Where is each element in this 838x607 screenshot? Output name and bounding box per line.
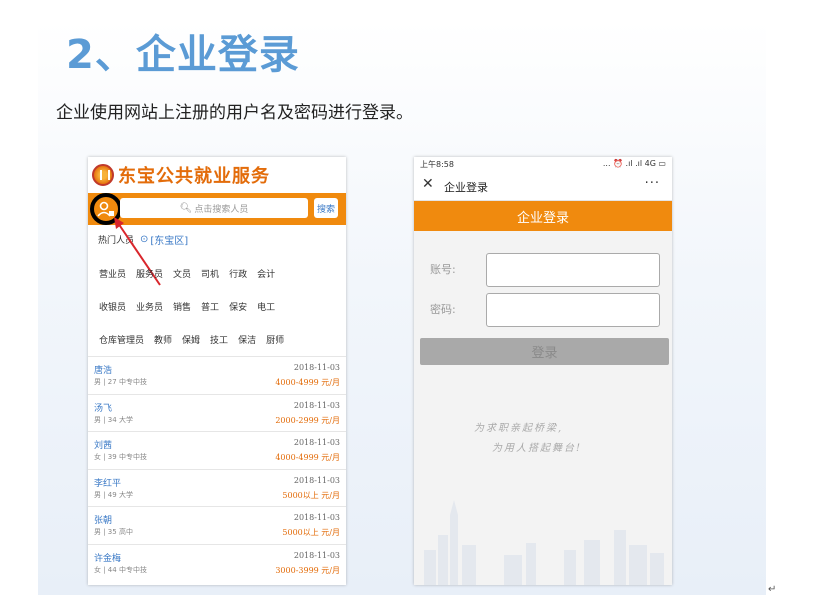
- location-selector[interactable]: ⊙ [东宝区]: [140, 232, 188, 247]
- job-tag[interactable]: 仓库管理员: [94, 333, 149, 346]
- slide-intro: 企业使用网站上注册的用户名及密码进行登录。: [56, 103, 413, 123]
- job-tag[interactable]: 技工: [205, 333, 233, 346]
- account-field[interactable]: [486, 253, 660, 287]
- search-bar: 🔍︎ 点击搜索人员 搜索: [88, 193, 346, 225]
- person-name: 李红平: [94, 478, 122, 489]
- user-icon: [97, 201, 114, 217]
- location-text: [东宝区]: [150, 236, 189, 247]
- job-tag[interactable]: 保姆: [177, 333, 205, 346]
- slogan-line-1: 为求职亲起桥梁,: [474, 423, 564, 434]
- brand-logo-icon: [92, 164, 114, 186]
- slide-heading: 2、企业登录: [66, 32, 300, 78]
- location-pin-icon: ⊙: [140, 234, 149, 245]
- job-tag[interactable]: 服务员: [131, 267, 168, 280]
- post-date: 2018-11-03: [293, 438, 340, 447]
- job-tag[interactable]: 教师: [149, 333, 177, 346]
- password-label: 密码:: [430, 303, 456, 316]
- job-tag[interactable]: 会计: [252, 267, 280, 280]
- salary-range: 4000-4999 元/月: [275, 378, 340, 387]
- salary-range: 5000以上 元/月: [282, 528, 340, 537]
- tag-row: 仓库管理员 教师 保姆 技工 保洁 厨师: [94, 323, 340, 356]
- job-tag[interactable]: 行政: [224, 267, 252, 280]
- job-tag[interactable]: 普工: [196, 300, 224, 313]
- search-button[interactable]: 搜索: [314, 198, 338, 218]
- list-item[interactable]: 唐浩男 | 27 中专中技 2018-11-03 4000-4999 元/月: [88, 356, 346, 394]
- job-tag[interactable]: 保洁: [233, 333, 261, 346]
- account-label: 账号:: [430, 263, 456, 276]
- list-item[interactable]: 张朝男 | 35 高中 2018-11-03 5000以上 元/月: [88, 506, 346, 544]
- brand-header: 东宝公共就业服务: [92, 163, 270, 187]
- left-phone-screenshot: 东宝公共就业服务 🔍︎ 点击搜索人员 搜索 热门人员 ⊙ [东宝区] 营业员 服务…: [88, 157, 346, 585]
- status-indicators: ... ⏰ .ıl .ıl 4G ▭: [602, 159, 666, 168]
- people-list: 唐浩男 | 27 中专中技 2018-11-03 4000-4999 元/月 汤飞男 …: [88, 356, 346, 581]
- person-meta: 男 | 49 大学: [94, 490, 133, 499]
- city-skyline-image: [424, 500, 664, 585]
- search-placeholder: 点击搜索人员: [194, 204, 249, 215]
- person-meta: 女 | 39 中专中技: [94, 453, 147, 461]
- salary-range: 2000-2999 元/月: [275, 415, 340, 425]
- list-item[interactable]: 刘茜女 | 39 中专中技 2018-11-03 4000-4999 元/月: [88, 431, 346, 469]
- person-name: 张朝: [94, 516, 113, 526]
- nav-bar: ✕ 企业登录 ···: [414, 171, 672, 201]
- status-time: 上午8:58: [420, 160, 454, 169]
- search-input[interactable]: 🔍︎ 点击搜索人员: [120, 198, 308, 218]
- login-header: 企业登录: [414, 201, 672, 231]
- more-icon[interactable]: ···: [645, 176, 660, 191]
- job-tag[interactable]: 保安: [224, 300, 252, 313]
- tag-row: 营业员 服务员 文员 司机 行政 会计: [94, 257, 340, 290]
- list-item[interactable]: 汤飞男 | 34 大学 2018-11-03 2000-2999 元/月: [88, 393, 346, 432]
- post-date: 2018-11-03: [293, 400, 340, 410]
- post-date: 2018-11-03: [293, 475, 340, 485]
- post-date: 2018-11-03: [293, 513, 340, 522]
- person-name: 唐浩: [94, 366, 113, 376]
- person-meta: 男 | 34 大学: [94, 415, 133, 424]
- job-tag[interactable]: 营业员: [94, 267, 131, 280]
- job-tag[interactable]: 厨师: [261, 333, 289, 346]
- nav-title: 企业登录: [444, 181, 488, 194]
- tag-row: 收银员 业务员 销售 普工 保安 电工: [94, 290, 340, 323]
- hot-people-row: 热门人员 ⊙ [东宝区]: [98, 232, 188, 247]
- right-phone-screenshot: 上午8:58 ... ⏰ .ıl .ıl 4G ▭ ✕ 企业登录 ··· 企业登…: [414, 157, 672, 585]
- job-tag[interactable]: 收银员: [94, 300, 131, 313]
- job-tag[interactable]: 司机: [196, 267, 224, 280]
- job-tag[interactable]: 业务员: [131, 300, 168, 313]
- tag-grid: 营业员 服务员 文员 司机 行政 会计 收银员 业务员 销售 普工 保安 电工 仓库管理员 教师 保姆 技工保…: [94, 257, 340, 356]
- hot-label: 热门人员: [98, 236, 135, 246]
- person-meta: 男 | 27 中专中技: [94, 378, 147, 386]
- user-login-button[interactable]: [90, 193, 122, 225]
- job-tag[interactable]: 电工: [252, 300, 280, 313]
- close-icon[interactable]: ✕: [422, 176, 434, 192]
- salary-range: 4000-4999 元/月: [275, 453, 340, 462]
- search-icon: 🔍︎: [179, 202, 193, 214]
- job-tag[interactable]: 销售: [168, 300, 196, 313]
- list-item[interactable]: 李红平男 | 49 大学 2018-11-03 5000以上 元/月: [88, 468, 346, 507]
- return-mark: ↵: [768, 584, 777, 595]
- post-date: 2018-11-03: [293, 363, 340, 372]
- person-name: 汤飞: [94, 403, 113, 414]
- slogan-line-2: 为用人搭起舞台!: [492, 443, 583, 454]
- login-button[interactable]: 登录: [420, 338, 669, 365]
- list-item[interactable]: 许金梅女 | 44 中专中技 2018-11-03 3000-3999 元/月: [88, 543, 346, 582]
- salary-range: 5000以上 元/月: [282, 490, 340, 500]
- salary-range: 3000-3999 元/月: [275, 565, 340, 575]
- status-bar: 上午8:58 ... ⏰ .ıl .ıl 4G ▭: [414, 157, 672, 171]
- person-name: 许金梅: [94, 553, 122, 564]
- brand-name: 东宝公共就业服务: [118, 166, 270, 187]
- password-field[interactable]: [486, 293, 660, 327]
- job-tag[interactable]: 文员: [168, 267, 196, 280]
- person-name: 刘茜: [94, 441, 113, 451]
- post-date: 2018-11-03: [293, 550, 340, 560]
- person-meta: 男 | 35 高中: [94, 528, 133, 536]
- person-meta: 女 | 44 中专中技: [94, 565, 147, 574]
